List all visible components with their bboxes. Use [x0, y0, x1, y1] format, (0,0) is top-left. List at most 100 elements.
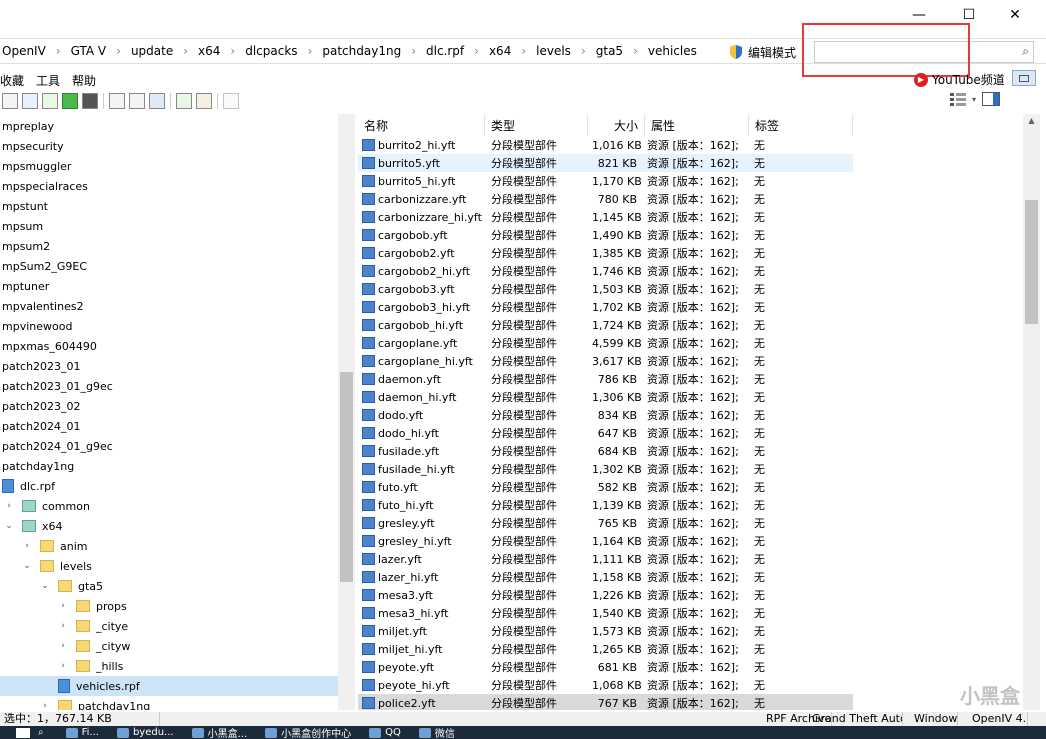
expand-icon[interactable]: ›: [4, 501, 14, 511]
collapse-icon[interactable]: ⌄: [22, 561, 32, 571]
tree-item[interactable]: mpxmas_604490: [0, 336, 338, 356]
tree-item[interactable]: patchday1ng: [0, 456, 338, 476]
file-row[interactable]: fusilade_hi.yft 分段模型部件 1,302 KB 资源 [版本：162]…: [358, 460, 853, 478]
search-icon[interactable]: ⌕: [38, 727, 44, 738]
tree-item[interactable]: mpsecurity: [0, 136, 338, 156]
find-icon[interactable]: [109, 93, 125, 109]
column-type[interactable]: 类型: [485, 114, 588, 136]
expand-icon[interactable]: ›: [58, 661, 68, 671]
breadcrumb-item[interactable]: update: [121, 44, 183, 58]
edit-mode-button[interactable]: 编辑模式: [728, 42, 796, 62]
collapse-icon[interactable]: ⌄: [40, 581, 50, 591]
scroll-up-icon[interactable]: ▲: [1023, 116, 1040, 130]
tree-scrollbar-thumb[interactable]: [340, 372, 353, 582]
taskbar-app[interactable]: 小黑盒创作中心: [265, 726, 351, 739]
file-row[interactable]: cargoplane_hi.yft 分段模型部件 3,617 KB 资源 [版本：16…: [358, 352, 853, 370]
run-icon[interactable]: [62, 93, 78, 109]
file-row[interactable]: cargobob3_hi.yft 分段模型部件 1,702 KB 资源 [版本：162…: [358, 298, 853, 316]
list-scrollbar[interactable]: ▲: [1023, 114, 1040, 710]
tree-item[interactable]: › common: [0, 496, 338, 516]
file-row[interactable]: miljet.yft 分段模型部件 1,573 KB 资源 [版本：162]; 无: [358, 622, 853, 640]
tree-item[interactable]: patch2023_01: [0, 356, 338, 376]
file-row[interactable]: fusilade.yft 分段模型部件 684 KB 资源 [版本：162]; 无: [358, 442, 853, 460]
file-row[interactable]: mesa3.yft 分段模型部件 1,226 KB 资源 [版本：162]; 无: [358, 586, 853, 604]
breadcrumb-item[interactable]: OpenIV: [0, 44, 56, 58]
save-icon[interactable]: [82, 93, 98, 109]
file-row[interactable]: gresley_hi.yft 分段模型部件 1,164 KB 资源 [版本：162];…: [358, 532, 853, 550]
breadcrumb-item[interactable]: patchday1ng: [312, 44, 411, 58]
file-row[interactable]: cargobob_hi.yft 分段模型部件 1,724 KB 资源 [版本：162]…: [358, 316, 853, 334]
file-row[interactable]: burrito2_hi.yft 分段模型部件 1,016 KB 资源 [版本：162]…: [358, 136, 853, 154]
breadcrumb-item[interactable]: x64: [479, 44, 521, 58]
file-row[interactable]: peyote_hi.yft 分段模型部件 1,068 KB 资源 [版本：162]; 无: [358, 676, 853, 694]
file-row[interactable]: mesa3_hi.yft 分段模型部件 1,540 KB 资源 [版本：162]; 无: [358, 604, 853, 622]
file-row[interactable]: carbonizzare_hi.yft 分段模型部件 1,145 KB 资源 [版本：…: [358, 208, 853, 226]
breadcrumb-item[interactable]: vehicles: [638, 44, 707, 58]
file-row[interactable]: cargobob3.yft 分段模型部件 1,503 KB 资源 [版本：162]; 无: [358, 280, 853, 298]
taskbar-app[interactable]: Fi...: [65, 727, 99, 738]
search-icon[interactable]: ⌕: [1022, 44, 1029, 59]
menu-favorites[interactable]: 收藏: [0, 72, 30, 89]
expand-icon[interactable]: ›: [40, 701, 50, 710]
close-button[interactable]: ✕: [992, 0, 1038, 30]
document-icon[interactable]: [129, 93, 145, 109]
tree-item[interactable]: › _hills: [0, 656, 338, 676]
tree-item[interactable]: patch2024_01_g9ec: [0, 436, 338, 456]
tree-item[interactable]: mpspecialraces: [0, 176, 338, 196]
tree-item[interactable]: ⌄ x64: [0, 516, 338, 536]
windows-start-icon[interactable]: [16, 727, 30, 738]
expand-icon[interactable]: ›: [22, 541, 32, 551]
tree-scrollbar[interactable]: [338, 114, 355, 710]
tree-item[interactable]: mptuner: [0, 276, 338, 296]
window-mode-button[interactable]: [1012, 70, 1036, 86]
tree-item[interactable]: vehicles.rpf: [0, 676, 338, 696]
file-row[interactable]: futo.yft 分段模型部件 582 KB 资源 [版本：162]; 无: [358, 478, 853, 496]
youtube-channel-link[interactable]: ▶ YouTube频道: [914, 71, 1005, 88]
menu-tools[interactable]: 工具: [30, 72, 66, 89]
file-row[interactable]: cargobob2.yft 分段模型部件 1,385 KB 资源 [版本：162]; 无: [358, 244, 853, 262]
tree-item[interactable]: mpvalentines2: [0, 296, 338, 316]
breadcrumb-item[interactable]: GTA V: [61, 44, 117, 58]
tree-item[interactable]: dlc.rpf: [0, 476, 338, 496]
preview-pane-icon[interactable]: [982, 92, 1001, 106]
tree-item[interactable]: ⌄ levels: [0, 556, 338, 576]
tree-item[interactable]: mpvinewood: [0, 316, 338, 336]
file-row[interactable]: futo_hi.yft 分段模型部件 1,139 KB 资源 [版本：162]; 无: [358, 496, 853, 514]
file-row[interactable]: cargoplane.yft 分段模型部件 4,599 KB 资源 [版本：162];…: [358, 334, 853, 352]
file-row[interactable]: gresley.yft 分段模型部件 765 KB 资源 [版本：162]; 无: [358, 514, 853, 532]
tree-item[interactable]: mpsum2: [0, 236, 338, 256]
tree-item[interactable]: mpsum: [0, 216, 338, 236]
taskbar-app[interactable]: byedu...: [116, 727, 174, 738]
tree-item[interactable]: › patchday1ng: [0, 696, 338, 710]
file-row[interactable]: lazer.yft 分段模型部件 1,111 KB 资源 [版本：162]; 无: [358, 550, 853, 568]
export-icon[interactable]: [196, 93, 212, 109]
breadcrumb-item[interactable]: x64: [188, 44, 230, 58]
list-scrollbar-thumb[interactable]: [1025, 200, 1038, 324]
file-row[interactable]: burrito5_hi.yft 分段模型部件 1,170 KB 资源 [版本：162]…: [358, 172, 853, 190]
file-row[interactable]: carbonizzare.yft 分段模型部件 780 KB 资源 [版本：162];…: [358, 190, 853, 208]
file-row[interactable]: daemon_hi.yft 分段模型部件 1,306 KB 资源 [版本：162]; 无: [358, 388, 853, 406]
breadcrumb-item[interactable]: gta5: [586, 44, 633, 58]
menu-help[interactable]: 帮助: [66, 72, 102, 89]
replace-icon[interactable]: [223, 93, 239, 109]
expand-icon[interactable]: ›: [58, 641, 68, 651]
column-attributes[interactable]: 属性: [645, 114, 749, 136]
column-tags[interactable]: 标签: [749, 114, 853, 136]
tree-item[interactable]: patch2023_02: [0, 396, 338, 416]
tree-item[interactable]: › props: [0, 596, 338, 616]
file-row[interactable]: police2.yft 分段模型部件 767 KB 资源 [版本：162]; 无: [358, 694, 853, 710]
breadcrumb-item[interactable]: dlc.rpf: [416, 44, 474, 58]
taskbar-app[interactable]: 微信: [418, 726, 455, 739]
tree-item[interactable]: mpstunt: [0, 196, 338, 216]
tree-item[interactable]: patch2023_01_g9ec: [0, 376, 338, 396]
file-row[interactable]: daemon.yft 分段模型部件 786 KB 资源 [版本：162]; 无: [358, 370, 853, 388]
file-row[interactable]: cargobob2_hi.yft 分段模型部件 1,746 KB 资源 [版本：162…: [358, 262, 853, 280]
column-size[interactable]: 大小: [588, 114, 645, 136]
tree-item[interactable]: mpsmuggler: [0, 156, 338, 176]
view-list-icon[interactable]: [950, 92, 966, 106]
tree-item[interactable]: › _cityw: [0, 636, 338, 656]
expand-icon[interactable]: ›: [58, 621, 68, 631]
breadcrumb-item[interactable]: levels: [526, 44, 581, 58]
tree-item[interactable]: ⌄ gta5: [0, 576, 338, 596]
file-row[interactable]: lazer_hi.yft 分段模型部件 1,158 KB 资源 [版本：162]; 无: [358, 568, 853, 586]
